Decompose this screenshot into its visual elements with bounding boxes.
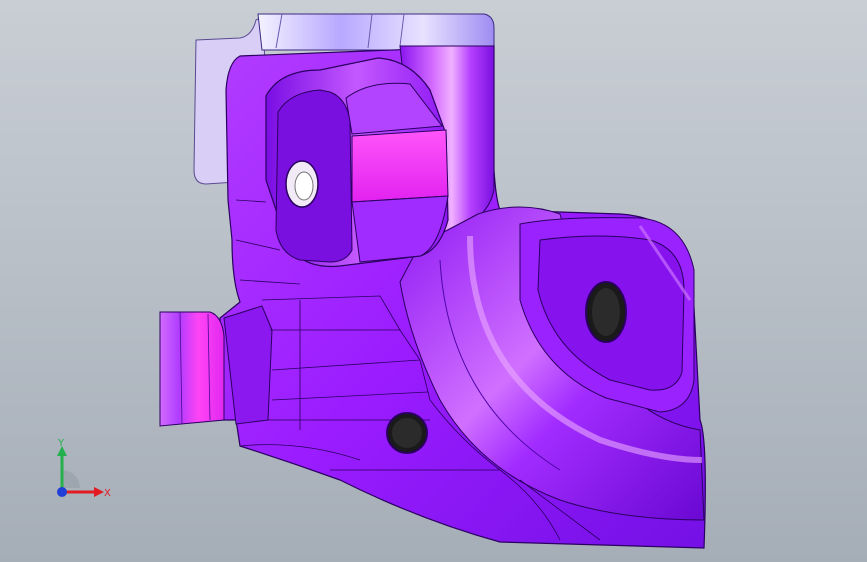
triad-arc — [62, 470, 80, 488]
boss-face — [351, 129, 449, 203]
x-axis-arrow — [94, 487, 104, 497]
cad-viewport[interactable]: Y X — [0, 0, 867, 562]
y-axis-label: Y — [57, 438, 65, 449]
3d-part-model[interactable] — [0, 0, 867, 562]
x-axis-label: X — [104, 488, 111, 499]
left-tab — [159, 311, 225, 427]
axis-triad: Y X — [57, 438, 111, 499]
z-axis-dot — [57, 487, 67, 497]
top-lip — [257, 13, 495, 51]
